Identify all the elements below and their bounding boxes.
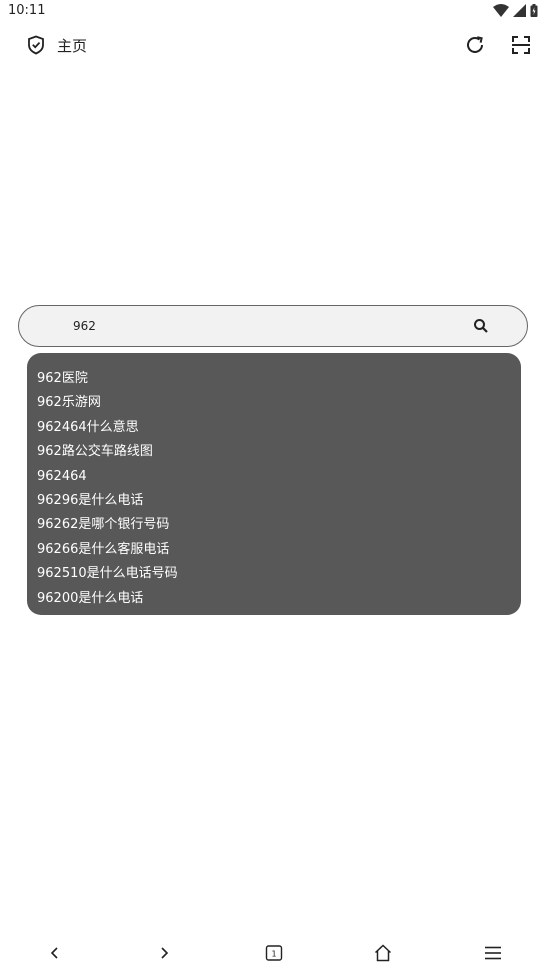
- suggestion-item[interactable]: 962464: [37, 465, 178, 489]
- suggestion-item[interactable]: 962乐游网: [37, 391, 178, 415]
- status-bar: 10:11: [0, 0, 548, 24]
- suggestion-panel: 962医院 962乐游网 962464什么意思 962路公交车路线图 96246…: [27, 353, 521, 615]
- wifi-icon: [493, 4, 509, 17]
- status-time: 10:11: [8, 3, 46, 18]
- suggestion-item[interactable]: 962464什么意思: [37, 416, 178, 440]
- suggestion-item[interactable]: 96200是什么电话: [37, 587, 178, 611]
- suggestion-item[interactable]: 962510是什么电话号码: [37, 562, 178, 586]
- battery-icon: [530, 4, 538, 17]
- suggestion-item[interactable]: 96266是什么客服电话: [37, 538, 178, 562]
- forward-icon[interactable]: [152, 941, 176, 965]
- suggestion-item[interactable]: 96262是哪个银行号码: [37, 513, 178, 537]
- suggestion-item[interactable]: 96296是什么电话: [37, 489, 178, 513]
- signal-icon: [513, 4, 526, 17]
- top-bar: 主页: [0, 26, 548, 64]
- bottom-nav: 1: [0, 936, 548, 970]
- suggestion-list: 962医院 962乐游网 962464什么意思 962路公交车路线图 96246…: [37, 367, 178, 611]
- home-icon[interactable]: [371, 941, 395, 965]
- search-icon[interactable]: [473, 318, 489, 334]
- suggestion-item[interactable]: 962医院: [37, 367, 178, 391]
- tabs-icon[interactable]: 1: [262, 941, 286, 965]
- search-input[interactable]: 962: [18, 305, 528, 347]
- status-icons: [493, 4, 538, 17]
- menu-icon[interactable]: [481, 941, 505, 965]
- tab-count: 1: [271, 949, 276, 958]
- shield-icon[interactable]: [27, 35, 45, 55]
- scan-icon[interactable]: [509, 33, 533, 57]
- page-title[interactable]: 主页: [57, 35, 87, 56]
- search-input-value: 962: [73, 319, 96, 333]
- back-icon[interactable]: [43, 941, 67, 965]
- suggestion-item[interactable]: 962路公交车路线图: [37, 440, 178, 464]
- refresh-icon[interactable]: [463, 33, 487, 57]
